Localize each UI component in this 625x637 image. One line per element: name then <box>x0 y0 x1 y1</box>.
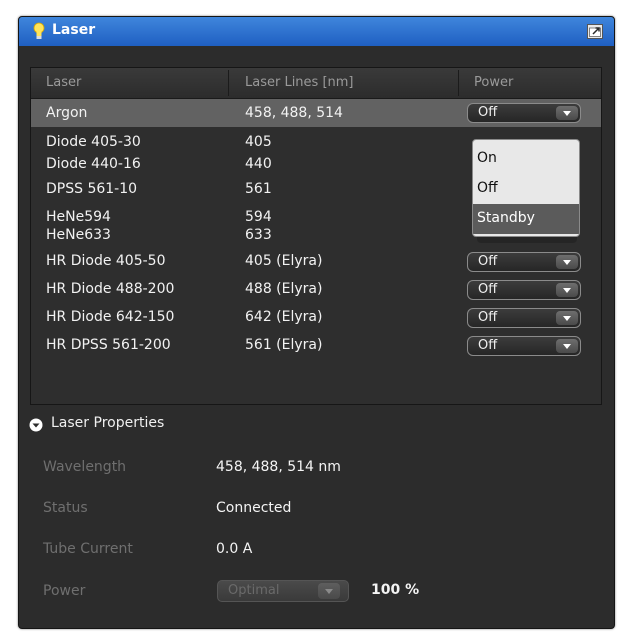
laser-lines: 488 (Elyra) <box>245 281 323 297</box>
chevron-down-icon[interactable] <box>556 283 578 297</box>
laser-name: HR Diode 488-200 <box>46 281 175 297</box>
laser-name: HeNe594 <box>46 209 111 225</box>
header-power[interactable]: Power <box>474 75 513 90</box>
table-row[interactable]: HR DPSS 561-200 561 (Elyra) Off <box>31 331 601 359</box>
chevron-down-icon[interactable] <box>556 106 578 120</box>
laser-lines: 642 (Elyra) <box>245 309 323 325</box>
laser-lines: 405 <box>245 134 272 150</box>
power-dropdown[interactable]: Off <box>467 308 581 328</box>
wavelength-label: Wavelength <box>43 459 127 475</box>
table-header: Laser Laser Lines [nm] Power <box>31 68 601 99</box>
laser-lines: 633 <box>245 227 272 243</box>
lightbulb-icon <box>33 22 45 39</box>
menu-item-standby[interactable]: Standby <box>473 204 579 234</box>
power-dropdown[interactable]: Off <box>467 252 581 272</box>
power-dropdown[interactable]: Off <box>467 336 581 356</box>
power-dropdown[interactable]: Off <box>467 280 581 300</box>
laser-lines: 405 (Elyra) <box>245 253 323 269</box>
laser-name: Diode 440-16 <box>46 156 141 172</box>
column-divider <box>458 70 459 96</box>
status-label: Status <box>43 500 88 516</box>
header-laser-lines[interactable]: Laser Lines [nm] <box>245 75 354 90</box>
laser-lines: 440 <box>245 156 272 172</box>
laser-name: HeNe633 <box>46 227 111 243</box>
laser-name: HR Diode 642-150 <box>46 309 175 325</box>
chevron-down-icon[interactable] <box>318 583 340 599</box>
undock-icon[interactable] <box>587 24 603 39</box>
column-divider <box>228 70 229 96</box>
table-row-argon[interactable]: Argon 458, 488, 514 Off <box>31 99 601 127</box>
laser-name: Diode 405-30 <box>46 134 141 150</box>
power-label: Power <box>43 583 86 599</box>
laser-lines: 594 <box>245 209 272 225</box>
laser-name: HR DPSS 561-200 <box>46 337 171 353</box>
laser-lines: 561 <box>245 181 272 197</box>
power-mode-dropdown[interactable]: Optimal <box>217 580 349 602</box>
power-dropdown-value: Off <box>478 254 498 269</box>
power-dropdown-value: Off <box>478 282 498 297</box>
tube-current-label: Tube Current <box>43 541 133 557</box>
menu-shadow <box>477 237 577 243</box>
chevron-down-icon[interactable] <box>556 255 578 269</box>
status-value: Connected <box>216 500 292 516</box>
laser-name: HR Diode 405-50 <box>46 253 166 269</box>
panel-titlebar: Laser <box>19 17 614 46</box>
table-row[interactable]: HR Diode 405-50 405 (Elyra) Off <box>31 247 601 275</box>
table-row[interactable]: HR Diode 642-150 642 (Elyra) Off <box>31 303 601 331</box>
laser-lines: 458, 488, 514 <box>245 105 343 121</box>
laser-name: Argon <box>46 105 88 121</box>
chevron-down-icon[interactable] <box>556 311 578 325</box>
laser-name: DPSS 561-10 <box>46 181 138 197</box>
power-percent: 100 % <box>371 582 420 598</box>
collapse-circle-icon[interactable] <box>29 418 43 432</box>
chevron-down-icon[interactable] <box>556 339 578 353</box>
section-title: Laser Properties <box>51 415 165 431</box>
power-dropdown[interactable]: Off <box>467 103 581 123</box>
laser-lines: 561 (Elyra) <box>245 337 323 353</box>
menu-item-off[interactable]: Off <box>473 174 579 204</box>
power-dropdown-menu: On Off Standby <box>472 139 580 237</box>
panel-title: Laser <box>52 22 96 38</box>
wavelength-value: 458, 488, 514 nm <box>216 459 341 475</box>
power-mode-value: Optimal <box>228 583 280 598</box>
power-dropdown-value: Off <box>478 338 498 353</box>
header-laser[interactable]: Laser <box>46 75 81 90</box>
laser-panel: Laser Laser Laser Lines [nm] Power Argon… <box>18 16 615 629</box>
menu-item-on[interactable]: On <box>473 144 579 174</box>
tube-current-value: 0.0 A <box>216 541 253 557</box>
power-dropdown-value: Off <box>478 105 498 120</box>
power-dropdown-value: Off <box>478 310 498 325</box>
table-row[interactable]: HR Diode 488-200 488 (Elyra) Off <box>31 275 601 303</box>
